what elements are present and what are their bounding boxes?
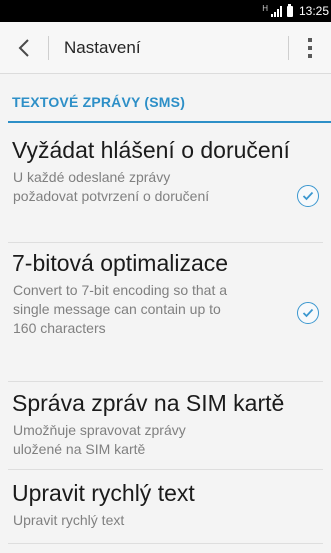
- action-bar: Nastavení: [0, 22, 331, 74]
- setting-title: Vyžádat hlášení o doručení: [12, 137, 290, 163]
- setting-title: Upravit rychlý text: [12, 480, 195, 506]
- overflow-menu-button[interactable]: [289, 22, 331, 74]
- more-vertical-icon: [308, 38, 312, 58]
- delivery-report-setting[interactable]: Vyžádat hlášení o doručení U každé odesl…: [0, 136, 331, 238]
- setting-title: 7-bitová optimalizace: [12, 250, 229, 276]
- list-divider: [8, 242, 323, 243]
- setting-summary: U každé odeslané zprávy požadovat potvrz…: [13, 169, 210, 204]
- divider: [48, 36, 49, 60]
- quick-text-setting[interactable]: Upravit rychlý text Upravit rychlý text: [0, 479, 331, 535]
- status-bar: H 13:25: [0, 0, 331, 22]
- section-divider: [8, 121, 331, 123]
- page-title: Nastavení: [64, 38, 141, 57]
- list-divider: [8, 381, 323, 382]
- setting-summary: Upravit rychlý text: [13, 512, 125, 528]
- chevron-left-icon: [18, 39, 29, 57]
- setting-title: Správa zpráv na SIM kartě: [12, 390, 285, 416]
- list-divider: [8, 543, 323, 544]
- setting-summary: Umožňuje spravovat zprávy uložené na SIM…: [13, 422, 186, 457]
- battery-icon: [286, 3, 293, 17]
- back-button[interactable]: [0, 22, 48, 74]
- status-icons: H 13:25: [262, 0, 331, 22]
- checkmark-icon: [302, 308, 314, 318]
- list-divider: [8, 469, 323, 470]
- network-type-label: H: [262, 3, 268, 13]
- signal-icon: [270, 5, 282, 17]
- sim-messages-setting[interactable]: Správa zpráv na SIM kartě Umožňuje sprav…: [0, 389, 331, 461]
- status-time: 13:25: [298, 4, 329, 18]
- section-header: TEXTOVÉ ZPRÁVY (SMS): [0, 92, 331, 123]
- checkmark-icon: [302, 191, 314, 201]
- seven-bit-optimization-setting[interactable]: 7-bitová optimalizace Convert to 7-bit e…: [0, 249, 331, 373]
- seven-bit-checkbox[interactable]: [297, 302, 319, 324]
- delivery-report-checkbox[interactable]: [297, 185, 319, 207]
- section-label: TEXTOVÉ ZPRÁVY (SMS): [12, 94, 186, 110]
- setting-summary: Convert to 7-bit encoding so that a sing…: [13, 282, 228, 336]
